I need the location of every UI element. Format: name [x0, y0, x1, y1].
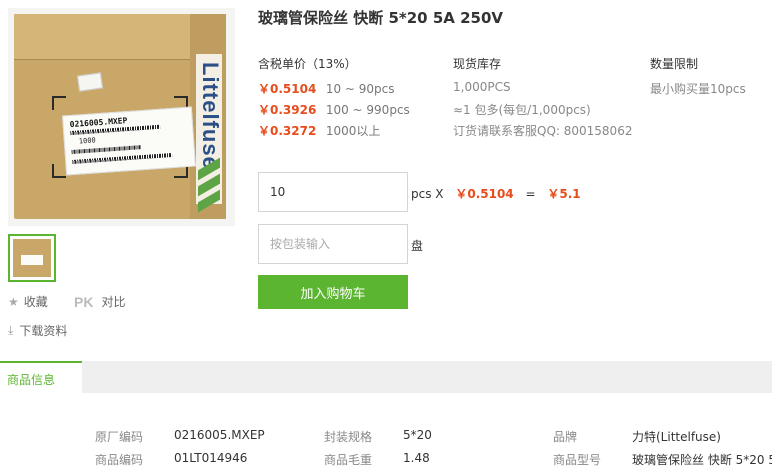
spec-label: 封装规格	[324, 430, 373, 444]
spec-value: 力特(Littelfuse)	[632, 430, 721, 444]
price-tier: ￥0.3926 100 ~ 990pcs	[258, 101, 410, 118]
calc-total: ￥5.1	[547, 187, 581, 201]
package-unit: 盘	[411, 239, 424, 253]
spec-label: 商品型号	[553, 453, 602, 467]
compare-button[interactable]: PK 对比	[74, 293, 125, 310]
product-label: 0216005.MXEP 1000	[62, 106, 196, 176]
quantity-unit: pcs X	[411, 187, 444, 201]
compare-label: 对比	[101, 295, 126, 309]
tier-price: ￥0.5104	[258, 82, 317, 96]
stock-header: 现货库存	[453, 57, 502, 71]
quantity-input[interactable]	[258, 172, 408, 212]
price-tier: ￥0.3272 1000以上	[258, 122, 380, 139]
spec-label: 商品编码	[95, 453, 144, 467]
price-tier: ￥0.5104 10 ~ 90pcs	[258, 80, 395, 97]
spec-value: 01LT014946	[174, 451, 248, 465]
calc-unit-price: ￥0.5104	[455, 187, 514, 201]
limit-header: 数量限制	[650, 57, 699, 71]
tab-bar	[0, 361, 772, 393]
brand-logo-text: Littelfuse	[198, 62, 223, 170]
price-calculation: pcs X ￥0.5104 = ￥5.1	[411, 185, 581, 202]
spec-label: 品牌	[553, 430, 578, 444]
download-label: 下载资料	[19, 324, 68, 338]
price-header: 含税单价（13%）	[258, 57, 357, 71]
tier-price: ￥0.3272	[258, 124, 317, 138]
tab-product-info-label: 商品信息	[7, 373, 56, 387]
min-order-text: 最小购买量10pcs	[650, 82, 746, 96]
tier-range: 1000以上	[325, 124, 381, 138]
tab-product-info[interactable]: 商品信息	[0, 361, 82, 393]
download-datasheet-button[interactable]: ⤓ 下载资料	[8, 322, 67, 339]
spec-value: 1.48	[403, 451, 430, 465]
tier-range: 100 ~ 990pcs	[325, 103, 410, 117]
spec-label: 商品毛重	[324, 453, 373, 467]
package-input[interactable]	[258, 224, 408, 264]
stock-quantity: 1,000PCS	[453, 80, 511, 94]
product-box-illustration: Littelfuse 0216005.MXEP 1000	[14, 14, 226, 219]
product-main-image[interactable]: Littelfuse 0216005.MXEP 1000	[8, 8, 235, 226]
pk-icon: PK	[74, 293, 94, 310]
favorite-button[interactable]: ★ 收藏	[8, 293, 48, 310]
spec-value: 5*20	[403, 428, 432, 442]
favorite-label: 收藏	[23, 295, 48, 309]
tier-range: 10 ~ 90pcs	[325, 82, 395, 96]
product-title: 玻璃管保险丝 快断 5*20 5A 250V	[258, 9, 504, 27]
spec-value: 0216005.MXEP	[174, 428, 265, 442]
stock-contact: 订货请联系客服QQ: 800158062	[453, 124, 633, 138]
label-qty: 1000	[78, 136, 97, 146]
product-thumbnail[interactable]	[8, 234, 56, 282]
spec-label: 原厂编码	[95, 430, 144, 444]
calc-equals: =	[525, 187, 536, 201]
add-to-cart-button[interactable]: 加入购物车	[258, 275, 408, 309]
star-icon: ★	[8, 294, 19, 309]
spec-value: 玻璃管保险丝 快断 5*20 5...	[632, 453, 772, 467]
tier-price: ￥0.3926	[258, 103, 317, 117]
download-icon: ⤓	[8, 323, 14, 337]
stock-package: ≈1 包多(每包/1,000pcs)	[453, 103, 591, 117]
